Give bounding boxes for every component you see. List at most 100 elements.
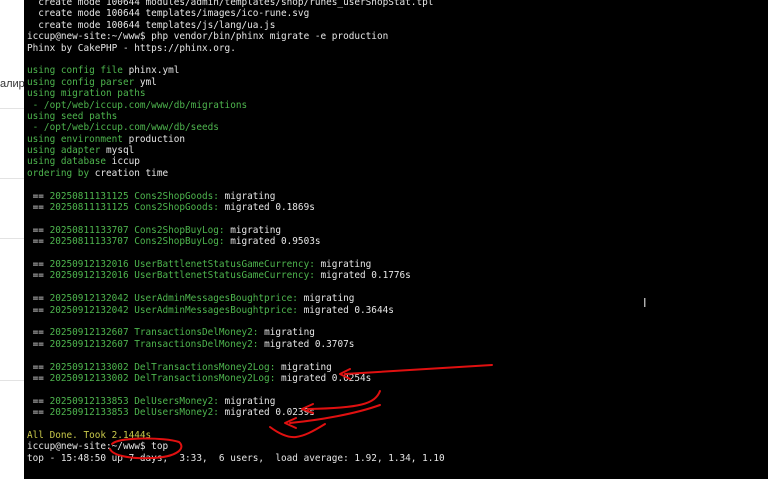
terminal-text-segment: create mode 100644 modules/admin/templat… bbox=[27, 0, 434, 8]
terminal-text-segment: 20250912132016 UserBattlenetStatusGameCu… bbox=[49, 258, 315, 270]
terminal-text-segment: 20250912132016 UserBattlenetStatusGameCu… bbox=[49, 270, 315, 282]
terminal-text-segment: using database bbox=[27, 156, 112, 168]
terminal-line: create mode 100644 templates/js/lang/ua.… bbox=[27, 20, 445, 31]
terminal-text-segment: using migration paths bbox=[27, 88, 146, 100]
terminal-text-segment: == bbox=[27, 202, 50, 214]
terminal-text-segment: 20250912133853 DelUsersMoney2: bbox=[49, 395, 219, 407]
terminal-text-segment: migrating bbox=[258, 327, 315, 339]
background-divider bbox=[0, 238, 24, 239]
terminal-line: == 20250912132016 UserBattlenetStatusGam… bbox=[27, 259, 445, 270]
terminal-line: == 20250811131125 Cons2ShopGoods: migrat… bbox=[27, 191, 445, 202]
terminal-text-segment: top - 15:48:50 up 7 days, 3:33, 6 users,… bbox=[27, 452, 445, 464]
terminal-text-segment: == bbox=[27, 293, 50, 305]
terminal-line: using migration paths bbox=[27, 88, 445, 99]
terminal-text-segment: migrated 0.3644s bbox=[297, 304, 394, 316]
terminal-text-segment: migrating bbox=[314, 258, 372, 270]
terminal-text-segment: migrating bbox=[224, 224, 282, 236]
terminal-text-segment: using seed paths bbox=[27, 110, 118, 122]
terminal-text-segment: == bbox=[27, 304, 50, 316]
background-partial-text: алиро bbox=[0, 78, 24, 90]
terminal-text-segment: == bbox=[27, 236, 50, 248]
terminal-text-segment: == bbox=[27, 372, 50, 384]
terminal-text-segment: 20250912133002 DelTransactionsMoney2Log: bbox=[49, 361, 276, 373]
terminal-line: == 20250912133853 DelUsersMoney2: migrat… bbox=[27, 407, 445, 418]
terminal-text-segment: migrated 0.3707s bbox=[258, 338, 355, 350]
terminal-text-segment: using environment bbox=[27, 133, 129, 145]
terminal-line: top - 15:48:50 up 7 days, 3:33, 6 users,… bbox=[27, 453, 445, 464]
terminal-text-segment: 20250811131125 Cons2ShopGoods: bbox=[49, 190, 219, 202]
terminal-text-segment: 20250912133853 DelUsersMoney2: bbox=[49, 407, 219, 419]
terminal-text-segment: 20250912132042 UserAdminMessagesBoughtpr… bbox=[49, 304, 298, 316]
terminal-text-segment: create mode 100644 templates/images/ico-… bbox=[27, 8, 310, 20]
terminal-text-segment: == bbox=[27, 224, 50, 236]
terminal-text-segment: == bbox=[27, 361, 50, 373]
terminal-text-segment: 20250912132607 TransactionsDelMoney2: bbox=[49, 327, 259, 339]
background-divider bbox=[0, 178, 24, 179]
terminal-line: == 20250811133707 Cons2ShopBuyLog: migra… bbox=[27, 225, 445, 236]
terminal-text-segment: 20250912132607 TransactionsDelMoney2: bbox=[49, 338, 259, 350]
terminal-text-segment: migrated 0.0254s bbox=[275, 372, 372, 384]
terminal-output[interactable]: create mode 100644 modules/admin/templat… bbox=[27, 0, 445, 464]
terminal-text-segment: == bbox=[27, 270, 50, 282]
terminal-line: == 20250811133707 Cons2ShopBuyLog: migra… bbox=[27, 236, 445, 247]
terminal-line: Phinx by CakePHP - https://phinx.org. bbox=[27, 43, 445, 54]
terminal-line: == 20250811131125 Cons2ShopGoods: migrat… bbox=[27, 202, 445, 213]
terminal-line: using environment production bbox=[27, 134, 445, 145]
terminal-text-segment: Phinx by CakePHP - https://phinx.org. bbox=[27, 42, 236, 54]
terminal-line: == 20250912132607 TransactionsDelMoney2:… bbox=[27, 327, 445, 338]
terminal-window[interactable]: create mode 100644 modules/admin/templat… bbox=[24, 0, 768, 479]
terminal-text-segment: creation time bbox=[94, 167, 169, 179]
background-window: алиро bbox=[0, 0, 24, 479]
terminal-line: create mode 100644 modules/admin/templat… bbox=[27, 0, 445, 8]
terminal-text-segment: 20250811133707 Cons2ShopBuyLog: bbox=[49, 224, 225, 236]
terminal-text-segment: - /opt/web/iccup.com/www/db/seeds bbox=[27, 122, 219, 134]
terminal-line: using config parser yml bbox=[27, 77, 445, 88]
terminal-line: using config file phinx.yml bbox=[27, 65, 445, 76]
terminal-text-segment: iccup@new-site:~/www$ top bbox=[27, 441, 169, 453]
terminal-line: create mode 100644 templates/images/ico-… bbox=[27, 8, 445, 19]
terminal-text-segment: migrating bbox=[297, 293, 355, 305]
terminal-text-segment: == bbox=[27, 327, 50, 339]
terminal-line: - /opt/web/iccup.com/www/db/seeds bbox=[27, 122, 445, 133]
terminal-line: == 20250912132042 UserAdminMessagesBough… bbox=[27, 293, 445, 304]
background-divider bbox=[0, 380, 24, 381]
terminal-text-segment: All Done. Took 2.1444s bbox=[27, 429, 152, 441]
terminal-line: using database iccup bbox=[27, 156, 445, 167]
terminal-text-segment: == bbox=[27, 338, 50, 350]
terminal-text-segment: create mode 100644 templates/js/lang/ua.… bbox=[27, 19, 276, 31]
terminal-line: using adapter mysql bbox=[27, 145, 445, 156]
terminal-text-segment: phinx.yml bbox=[128, 65, 180, 77]
terminal-line: ordering by creation time bbox=[27, 168, 445, 179]
terminal-text-segment: 20250811133707 Cons2ShopBuyLog: bbox=[49, 236, 225, 248]
terminal-text-segment: migrated 0.0239s bbox=[218, 407, 315, 419]
terminal-line: == 20250912132042 UserAdminMessagesBough… bbox=[27, 305, 445, 316]
terminal-text-segment: using config file bbox=[27, 65, 129, 77]
terminal-line: == 20250912133002 DelTransactionsMoney2L… bbox=[27, 362, 445, 373]
terminal-text-segment: migrating bbox=[218, 395, 276, 407]
terminal-text-segment: iccup bbox=[111, 156, 140, 168]
background-divider bbox=[0, 108, 24, 109]
terminal-line: == 20250912133853 DelUsersMoney2: migrat… bbox=[27, 396, 445, 407]
terminal-text-segment: 20250912132042 UserAdminMessagesBoughtpr… bbox=[49, 293, 298, 305]
i-beam-cursor-icon: I bbox=[643, 296, 647, 310]
terminal-text-segment: yml bbox=[139, 76, 157, 88]
terminal-text-segment: migrating bbox=[218, 190, 276, 202]
terminal-text-segment: migrated 0.1776s bbox=[314, 270, 411, 282]
terminal-text-segment: mysql bbox=[106, 145, 135, 157]
terminal-line: - /opt/web/iccup.com/www/db/migrations bbox=[27, 100, 445, 111]
terminal-text-segment: migrated 0.9503s bbox=[224, 236, 321, 248]
terminal-line: All Done. Took 2.1444s bbox=[27, 430, 445, 441]
terminal-line: == 20250912132016 UserBattlenetStatusGam… bbox=[27, 270, 445, 281]
terminal-text-segment: production bbox=[128, 133, 186, 145]
terminal-text-segment: == bbox=[27, 395, 50, 407]
terminal-line: == 20250912132607 TransactionsDelMoney2:… bbox=[27, 339, 445, 350]
terminal-text-segment: 20250912133002 DelTransactionsMoney2Log: bbox=[49, 372, 276, 384]
